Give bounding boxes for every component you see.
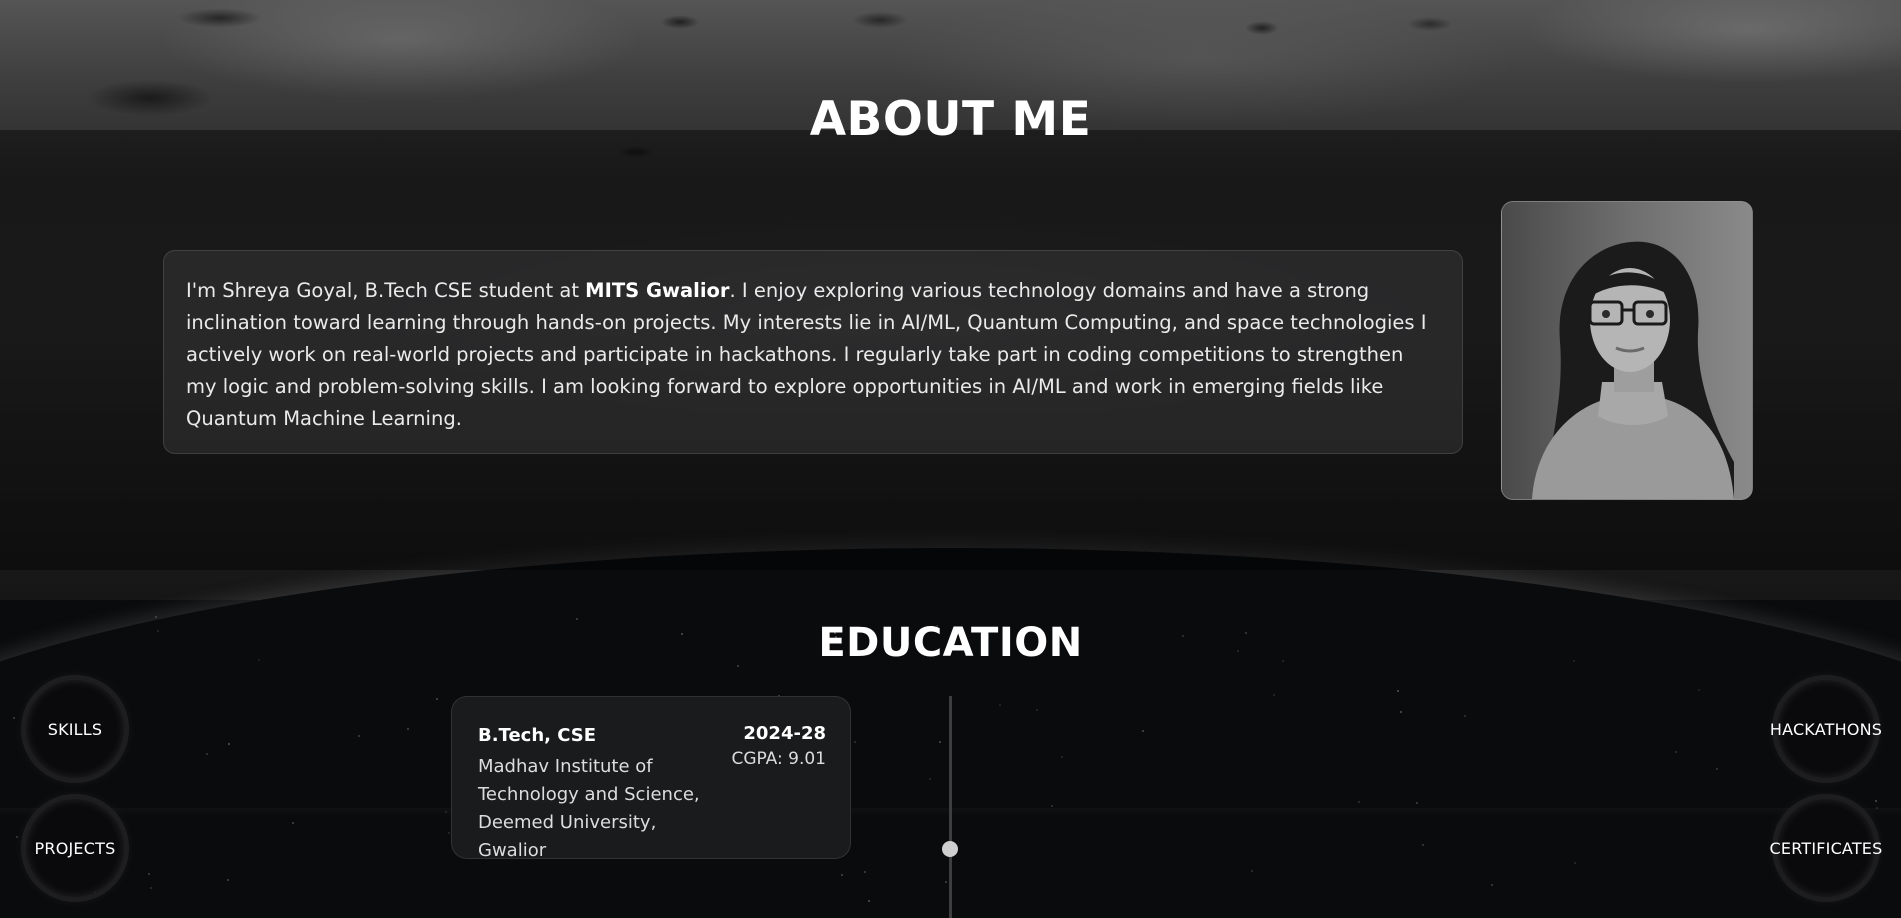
star [864, 871, 866, 873]
star [841, 874, 843, 876]
star [1716, 768, 1718, 770]
timeline-dot [942, 841, 958, 857]
star [227, 879, 229, 881]
star [358, 735, 360, 737]
education-cgpa: CGPA: 9.01 [731, 749, 826, 769]
bio-college: MITS Gwalior [585, 279, 730, 302]
star [1416, 802, 1418, 804]
star [1061, 756, 1063, 758]
star [945, 881, 947, 883]
portfolio-page: ABOUT ME I'm Shreya Goyal, B.Tech CSE st… [0, 0, 1901, 918]
education-title: EDUCATION [818, 620, 1083, 666]
star [228, 743, 230, 745]
star [1036, 709, 1038, 711]
star [854, 741, 856, 743]
star [148, 873, 150, 875]
star [448, 832, 450, 834]
star [929, 778, 931, 780]
profile-photo [1501, 201, 1753, 500]
bio-intro: I'm Shreya Goyal, B.Tech CSE student at [186, 279, 586, 302]
education-card: B.Tech, CSE Madhav Institute of Technolo… [451, 696, 851, 861]
star [1464, 715, 1466, 717]
star [1698, 689, 1700, 691]
star [1251, 870, 1253, 872]
about-bio-card: I'm Shreya Goyal, B.Tech CSE student at … [163, 250, 1463, 454]
nav-projects-button[interactable]: PROJECTS [21, 794, 129, 902]
star [16, 836, 18, 838]
education-school: Madhav Institute of Technology and Scien… [478, 756, 700, 861]
nav-hackathons-label: HACKATHONS [1769, 719, 1883, 739]
star [999, 704, 1001, 706]
star [939, 741, 941, 743]
star [1675, 751, 1677, 753]
star [868, 900, 870, 902]
star [1142, 730, 1144, 732]
star [1273, 694, 1275, 696]
star [407, 728, 409, 730]
star [1422, 844, 1424, 846]
star [1397, 690, 1399, 692]
about-title: ABOUT ME [809, 92, 1092, 147]
nav-skills-button[interactable]: SKILLS [21, 675, 129, 783]
star [1358, 801, 1360, 803]
nav-projects-label: PROJECTS [34, 838, 116, 858]
star [1875, 800, 1877, 802]
star [206, 753, 208, 755]
star [150, 887, 152, 889]
education-degree: B.Tech, CSE [478, 725, 597, 746]
star [1400, 711, 1402, 713]
star [292, 822, 294, 824]
star [13, 717, 15, 719]
nav-certificates-label: CERTIFICATES [1769, 838, 1883, 858]
nav-hackathons-button[interactable]: HACKATHONS [1769, 675, 1883, 783]
star [436, 698, 438, 700]
star [1876, 807, 1878, 809]
star [445, 811, 447, 813]
star [155, 616, 157, 618]
star [1051, 805, 1053, 807]
nav-skills-label: SKILLS [47, 719, 103, 739]
nav-certificates-button[interactable]: CERTIFICATES [1769, 794, 1883, 902]
star [1574, 862, 1576, 864]
timeline-line [949, 696, 952, 918]
star [1491, 884, 1493, 886]
education-years: 2024-28 [743, 723, 826, 744]
